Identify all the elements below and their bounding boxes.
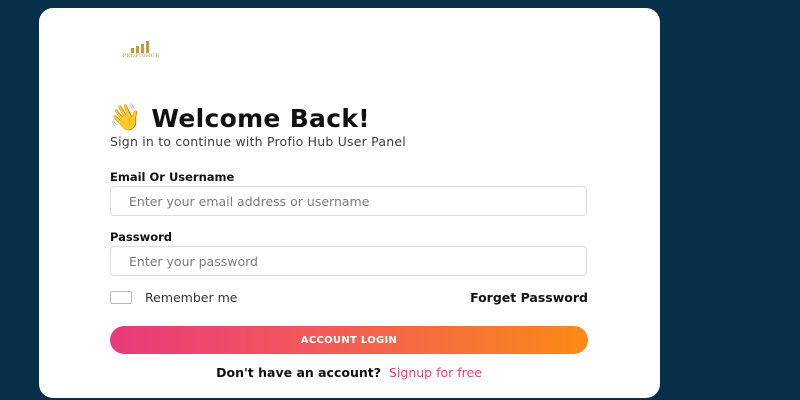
remember-row: Remember me Forget Password: [110, 290, 588, 306]
bar-chart-logo-icon: [129, 41, 153, 53]
brand-text: PROFIOHUB: [122, 53, 160, 59]
password-label: Password: [110, 230, 172, 244]
login-card: PROFIOHUB 👋 Welcome Back! Sign in to con…: [39, 8, 660, 398]
password-field[interactable]: [110, 246, 587, 276]
waving-hand-icon: 👋: [109, 103, 142, 133]
email-label: Email Or Username: [110, 170, 235, 184]
signup-link[interactable]: Signup for free: [389, 365, 482, 380]
forget-password-link[interactable]: Forget Password: [470, 290, 588, 305]
signup-row: Don't have an account? Signup for free: [110, 365, 588, 380]
brand-logo[interactable]: PROFIOHUB: [117, 41, 165, 67]
remember-label[interactable]: Remember me: [145, 290, 237, 305]
page-title: Welcome Back!: [151, 103, 370, 133]
remember-checkbox[interactable]: [110, 291, 132, 304]
signup-prompt: Don't have an account?: [216, 365, 381, 380]
page-subtitle: Sign in to continue with Profio Hub User…: [110, 134, 406, 149]
account-login-button[interactable]: ACCOUNT LOGIN: [110, 326, 588, 354]
email-field[interactable]: [110, 186, 587, 216]
